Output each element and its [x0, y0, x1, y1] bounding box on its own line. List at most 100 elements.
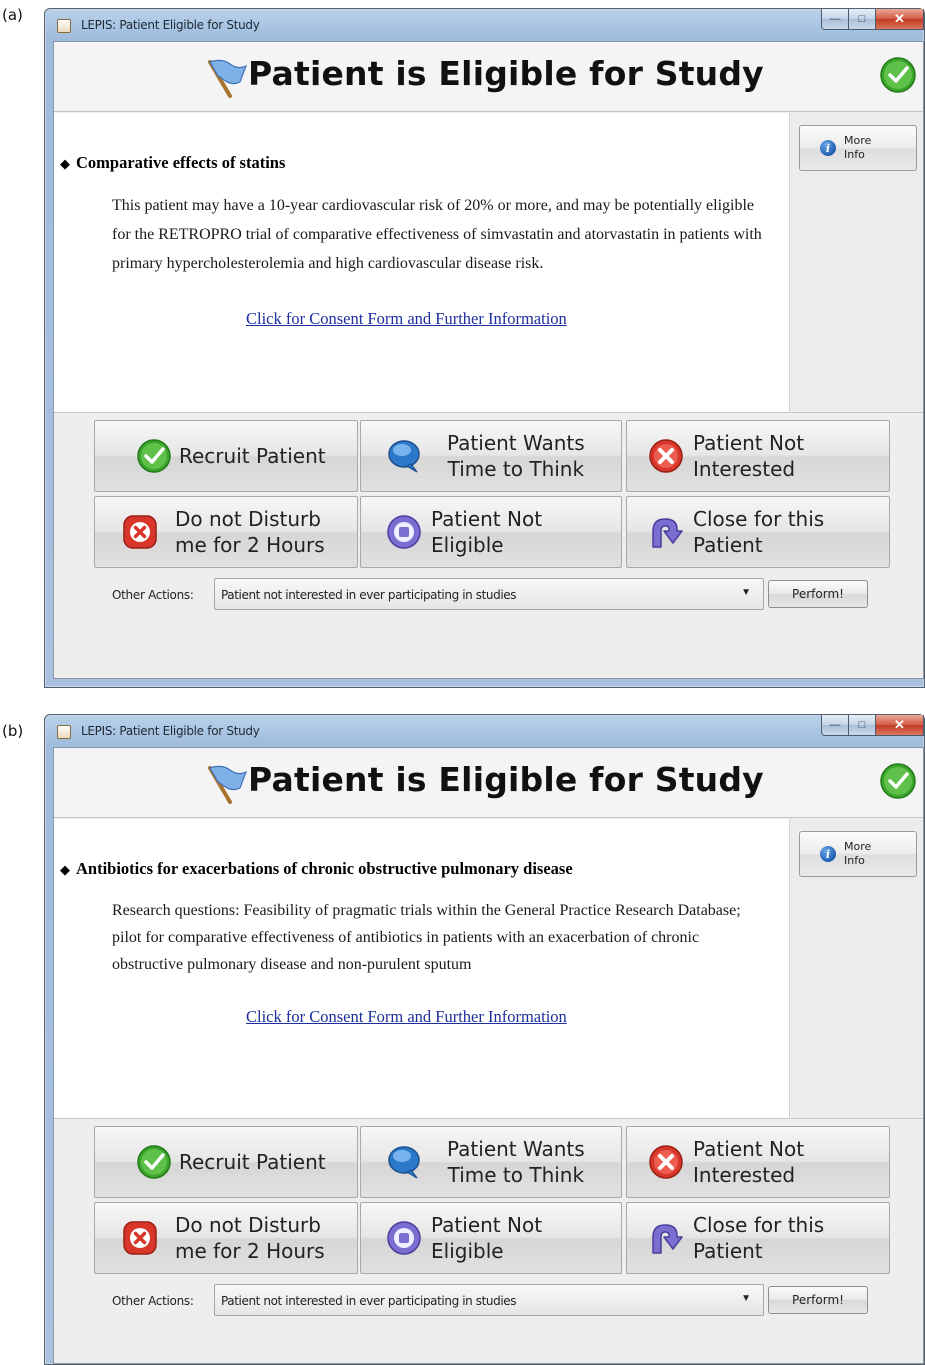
not-interested-button[interactable]: Patient Not Interested	[626, 1126, 890, 1198]
not-eligible-label: Patient Not Eligible	[431, 1213, 543, 1263]
close-icon: ✕	[894, 11, 905, 26]
close-for-patient-button[interactable]: Close for this Patient	[626, 1202, 890, 1274]
minimize-button[interactable]: —	[821, 9, 849, 30]
other-actions-label: Other Actions:	[112, 588, 194, 602]
close-for-patient-label: Close for this Patient	[693, 1213, 825, 1263]
time-to-think-label: Patient Wants Time to Think	[447, 431, 585, 481]
do-not-disturb-label: Do not Disturb me for 2 Hours	[175, 1213, 325, 1263]
stop-circle-icon	[387, 515, 421, 549]
page-title: Patient is Eligible for Study	[248, 760, 764, 799]
perform-button[interactable]: Perform!	[768, 580, 868, 608]
action-area: Recruit Patient Patient Wants Time to Th…	[54, 414, 923, 678]
flag-icon	[208, 765, 248, 804]
close-window-button[interactable]: ✕	[876, 9, 924, 30]
other-actions-dropdown[interactable]: Patient not interested in ever participa…	[214, 578, 764, 610]
close-for-patient-button[interactable]: Close for this Patient	[626, 496, 890, 568]
x-circle-icon	[649, 439, 683, 473]
minimize-icon: —	[829, 13, 841, 25]
more-info-button[interactable]: i More Info	[799, 831, 917, 877]
recruit-patient-label: Recruit Patient	[179, 1150, 326, 1174]
return-arrow-icon	[652, 518, 683, 548]
eligible-check-icon	[880, 57, 916, 93]
info-icon: i	[820, 846, 836, 862]
lepis-app-icon	[57, 725, 71, 739]
return-arrow-icon	[652, 1224, 683, 1254]
title-bar[interactable]: LEPIS: Patient Eligible for Study — □ ✕	[45, 715, 924, 747]
bullet-diamond-icon: ◆	[60, 863, 70, 878]
x-square-icon	[123, 1221, 157, 1255]
maximize-button[interactable]: □	[849, 9, 876, 30]
study-details: ◆ Antibiotics for exacerbations of chroni…	[54, 819, 790, 1119]
do-not-disturb-label: Do not Disturb me for 2 Hours	[175, 507, 325, 557]
other-actions-value: Patient not interested in ever participa…	[221, 588, 517, 602]
maximize-icon: □	[858, 719, 866, 731]
close-window-button[interactable]: ✕	[876, 715, 924, 736]
eligible-check-icon	[880, 763, 916, 799]
eligibility-header: Patient is Eligible for Study	[54, 748, 923, 818]
action-area: Recruit Patient Patient Wants Time to Th…	[54, 1120, 923, 1363]
flag-icon	[208, 59, 248, 98]
consent-form-link[interactable]: Click for Consent Form and Further Infor…	[246, 1007, 567, 1027]
panel-label-a: (a)	[2, 6, 23, 24]
page-title: Patient is Eligible for Study	[248, 54, 764, 93]
panel-label-b: (b)	[2, 722, 24, 740]
time-to-think-button[interactable]: Patient Wants Time to Think	[360, 420, 622, 492]
speech-bubble-icon	[388, 1146, 420, 1179]
eligibility-header: Patient is Eligible for Study	[54, 42, 923, 112]
recruit-patient-button[interactable]: Recruit Patient	[94, 420, 358, 492]
do-not-disturb-button[interactable]: Do not Disturb me for 2 Hours	[94, 496, 358, 568]
minimize-icon: —	[829, 719, 841, 731]
x-circle-icon	[649, 1145, 683, 1179]
lepis-window-b: LEPIS: Patient Eligible for Study — □ ✕ …	[44, 714, 925, 1365]
check-circle-icon	[137, 1145, 171, 1179]
more-info-label: More Info	[844, 134, 872, 161]
chevron-down-icon: ▼	[741, 1293, 751, 1304]
maximize-icon: □	[858, 13, 866, 25]
close-for-patient-label: Close for this Patient	[693, 507, 825, 557]
not-eligible-label: Patient Not Eligible	[431, 507, 543, 557]
info-icon: i	[820, 140, 836, 156]
chevron-down-icon: ▼	[741, 587, 751, 598]
do-not-disturb-button[interactable]: Do not Disturb me for 2 Hours	[94, 1202, 358, 1274]
side-panel: i More Info	[791, 819, 923, 1119]
side-panel: i More Info	[791, 113, 923, 413]
maximize-button[interactable]: □	[849, 715, 876, 736]
study-details: ◆ Comparative effects of statins This pat…	[54, 113, 790, 413]
study-title: ◆ Comparative effects of statins	[60, 153, 285, 173]
other-actions-label: Other Actions:	[112, 1294, 194, 1308]
title-bar[interactable]: LEPIS: Patient Eligible for Study — □ ✕	[45, 9, 924, 41]
study-title: ◆ Antibiotics for exacerbations of chroni…	[60, 859, 573, 879]
minimize-button[interactable]: —	[821, 715, 849, 736]
consent-form-link[interactable]: Click for Consent Form and Further Infor…	[246, 309, 567, 329]
not-eligible-button[interactable]: Patient Not Eligible	[360, 1202, 622, 1274]
not-eligible-button[interactable]: Patient Not Eligible	[360, 496, 622, 568]
other-actions-dropdown[interactable]: Patient not interested in ever participa…	[214, 1284, 764, 1316]
more-info-button[interactable]: i More Info	[799, 125, 917, 171]
recruit-patient-label: Recruit Patient	[179, 444, 326, 468]
more-info-label: More Info	[844, 840, 872, 867]
not-interested-label: Patient Not Interested	[693, 431, 805, 481]
other-actions-value: Patient not interested in ever participa…	[221, 1294, 517, 1308]
speech-bubble-icon	[388, 440, 420, 473]
time-to-think-button[interactable]: Patient Wants Time to Think	[360, 1126, 622, 1198]
other-actions-row: Other Actions: Patient not interested in…	[54, 1280, 923, 1320]
bullet-diamond-icon: ◆	[60, 157, 70, 172]
x-square-icon	[123, 515, 157, 549]
not-interested-button[interactable]: Patient Not Interested	[626, 420, 890, 492]
lepis-app-icon	[57, 19, 71, 33]
other-actions-row: Other Actions: Patient not interested in…	[54, 574, 923, 614]
perform-button[interactable]: Perform!	[768, 1286, 868, 1314]
study-title-text: Antibiotics for exacerbations of chronic…	[76, 859, 573, 878]
window-title: LEPIS: Patient Eligible for Study	[81, 724, 260, 738]
study-description: This patient may have a 10-year cardiova…	[112, 197, 762, 272]
time-to-think-label: Patient Wants Time to Think	[447, 1137, 585, 1187]
lepis-window-a: LEPIS: Patient Eligible for Study — □ ✕ …	[44, 8, 925, 688]
stop-circle-icon	[387, 1221, 421, 1255]
window-title: LEPIS: Patient Eligible for Study	[81, 18, 260, 32]
study-description: Research questions: Feasibility of pragm…	[112, 902, 741, 973]
check-circle-icon	[137, 439, 171, 473]
not-interested-label: Patient Not Interested	[693, 1137, 805, 1187]
study-title-text: Comparative effects of statins	[76, 153, 286, 172]
close-icon: ✕	[894, 717, 905, 732]
recruit-patient-button[interactable]: Recruit Patient	[94, 1126, 358, 1198]
